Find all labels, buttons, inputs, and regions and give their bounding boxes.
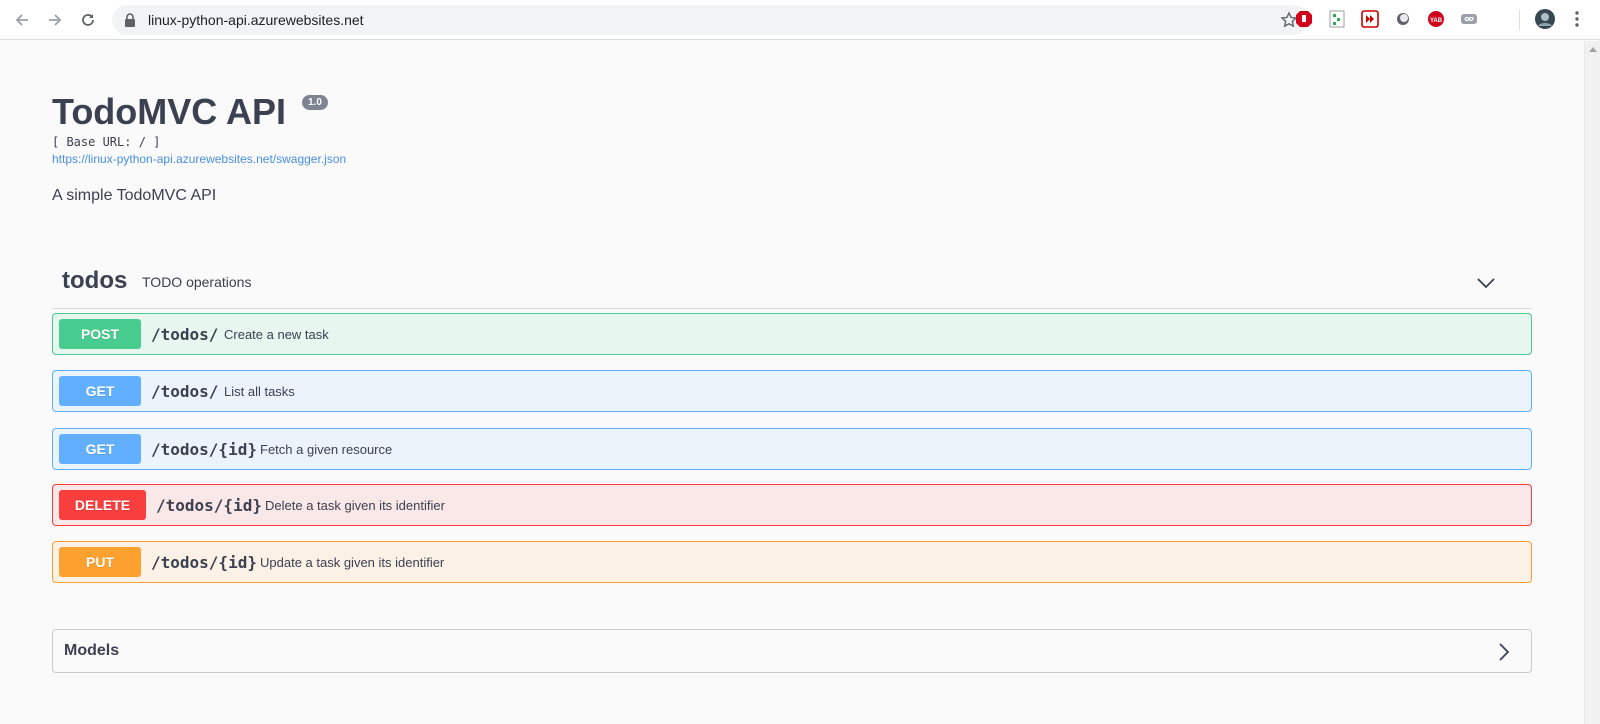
tag-section-todos[interactable]: todos TODO operations	[52, 261, 1532, 309]
api-description: A simple TodoMVC API	[52, 187, 217, 204]
operation-path: /todos/{id}	[151, 553, 257, 572]
adblock-icon[interactable]	[1295, 10, 1313, 28]
method-badge: POST	[59, 319, 141, 349]
operation-put-todo[interactable]: PUT /todos/{id} Update a task given its …	[52, 541, 1532, 583]
page-scrollbar[interactable]	[1584, 41, 1600, 724]
method-badge: DELETE	[59, 490, 146, 520]
profile-avatar[interactable]	[1534, 8, 1556, 30]
operation-get-todo-by-id[interactable]: GET /todos/{id} Fetch a given resource	[52, 428, 1532, 470]
kebab-menu-icon	[1575, 11, 1579, 27]
operation-path: /todos/{id}	[156, 496, 262, 515]
forward-button[interactable]	[43, 8, 67, 32]
version-badge: 1.0	[302, 95, 328, 110]
url-text: linux-python-api.azurewebsites.net	[148, 12, 364, 28]
method-badge: PUT	[59, 547, 141, 577]
models-label: Models	[64, 642, 120, 659]
lock-icon	[125, 13, 135, 27]
dark-mode-icon[interactable]	[1394, 10, 1412, 28]
operation-summary: Update a task given its identifier	[260, 555, 445, 570]
operation-path: /todos/	[151, 382, 219, 401]
reload-icon	[82, 14, 94, 26]
chevron-right-icon[interactable]	[1497, 642, 1511, 662]
method-badge: GET	[59, 434, 141, 464]
swagger-json-link[interactable]: https://linux-python-api.azurewebsites.n…	[52, 152, 346, 166]
toolbar-divider	[1519, 10, 1520, 30]
back-arrow-icon	[15, 14, 28, 26]
chevron-down-icon[interactable]	[1476, 273, 1496, 293]
method-badge: GET	[59, 376, 141, 406]
browser-toolbar: linux-python-api.azurewebsites.net YAB	[0, 0, 1600, 40]
reload-button[interactable]	[76, 8, 100, 32]
operation-summary: Create a new task	[224, 327, 329, 342]
tag-description: TODO operations	[142, 274, 252, 290]
scroll-up-arrow-icon[interactable]	[1589, 47, 1597, 52]
forward-arrow-icon	[49, 14, 62, 26]
operation-path: /todos/	[151, 325, 219, 344]
video-speed-icon[interactable]	[1361, 10, 1379, 28]
models-section[interactable]: Models	[52, 629, 1532, 673]
sheets-extension-icon[interactable]	[1328, 10, 1346, 28]
back-button[interactable]	[10, 8, 34, 32]
address-bar[interactable]: linux-python-api.azurewebsites.net	[112, 5, 1308, 35]
yandex-icon[interactable]: YAB	[1427, 10, 1445, 28]
operation-post-todos[interactable]: POST /todos/ Create a new task	[52, 313, 1532, 355]
api-title: TodoMVC API	[52, 91, 286, 132]
svg-text:YAB: YAB	[1430, 18, 1443, 24]
operation-summary: List all tasks	[224, 384, 295, 399]
tag-name: todos	[62, 267, 128, 294]
operation-path: /todos/{id}	[151, 440, 257, 459]
operation-get-todos[interactable]: GET /todos/ List all tasks	[52, 370, 1532, 412]
browser-menu-button[interactable]	[1568, 10, 1586, 28]
swagger-page: TodoMVC API 1.0 [ Base URL: / ] https://…	[0, 41, 1584, 724]
operation-summary: Fetch a given resource	[260, 442, 393, 457]
operation-delete-todo[interactable]: DELETE /todos/{id} Delete a task given i…	[52, 484, 1532, 526]
base-url: [ Base URL: / ]	[52, 135, 161, 149]
infinity-icon[interactable]	[1460, 10, 1478, 28]
operation-summary: Delete a task given its identifier	[265, 498, 445, 513]
